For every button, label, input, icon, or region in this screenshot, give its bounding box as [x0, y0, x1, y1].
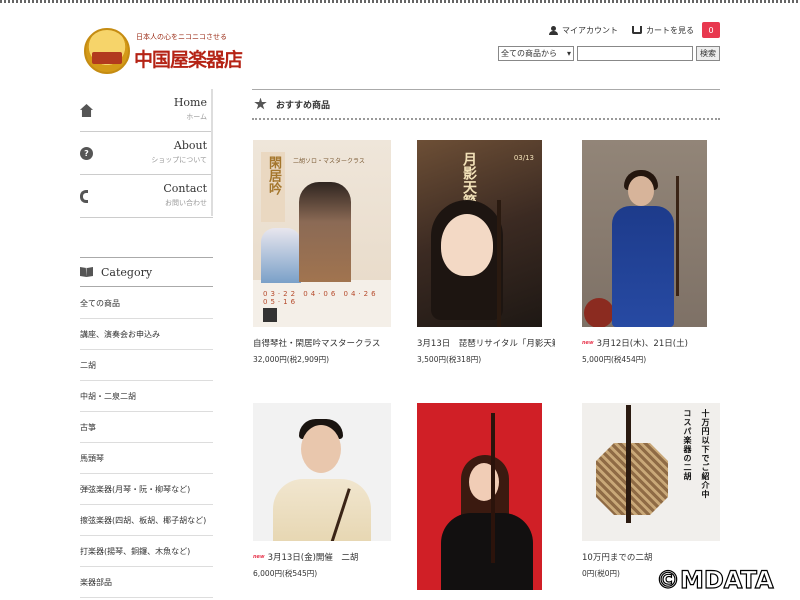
category-header: Category	[80, 257, 213, 287]
product-image[interactable]: 月影天籟 03/13	[417, 140, 542, 327]
product-card[interactable]	[417, 403, 555, 590]
chevron-down-icon: ▾	[566, 49, 571, 58]
nav-about-label: About	[173, 139, 207, 152]
help-icon: ?	[80, 147, 93, 160]
section-title: おすすめ商品	[276, 100, 331, 111]
logo-emblem	[84, 28, 130, 74]
search-button[interactable]: 検索	[696, 46, 720, 61]
product-name[interactable]: new 3月13日(金)開催 二胡	[253, 551, 391, 563]
poster-subtitle: 二胡ソロ・マスタークラス	[293, 158, 365, 165]
nav-contact-label: Contact	[163, 182, 207, 195]
category-item[interactable]: 擦弦楽器(四胡、板胡、椰子胡など)	[80, 505, 213, 536]
poster-date: 03/13	[513, 154, 534, 162]
product-price: 6,000円(税545円)	[253, 569, 318, 578]
category-title: Category	[101, 265, 153, 279]
new-badge: new	[582, 340, 594, 346]
performer-photo	[612, 206, 674, 327]
category-item[interactable]: 打楽器(揚琴、銅鑼、木魚など)	[80, 536, 213, 567]
erhu-body	[596, 443, 668, 515]
nav-item-about[interactable]: ? About ショップについて	[80, 132, 213, 175]
erhu-neck	[626, 405, 631, 523]
search-scope-select[interactable]: 全ての商品から ▾	[498, 46, 574, 61]
my-account-label: マイアカウント	[562, 25, 618, 35]
category-list: 全ての商品 講座、演奏会お申込み 二胡 中胡・二泉二胡 古箏 馬頭琴 弾弦楽器(…	[80, 288, 213, 598]
store-logo[interactable]: 日本人の心をニコニコさせる 中国屋楽器店	[84, 28, 264, 74]
recommended-section-header: おすすめ商品	[252, 89, 720, 120]
poster-text: 十万円以下でご紹介中	[701, 409, 710, 499]
product-name[interactable]: 自得琴社・閑居吟マスタークラス	[253, 337, 391, 349]
poster-text: コスパ楽器の二胡	[683, 409, 692, 481]
nav-about-sublabel: ショップについて	[151, 156, 207, 164]
product-image[interactable]	[253, 403, 391, 541]
view-cart-label: カートを見る	[646, 25, 694, 35]
poster-performer	[299, 182, 351, 282]
category-item[interactable]: 古箏	[80, 412, 213, 443]
category-item[interactable]: 弾弦楽器(月琴・阮・柳琴など)	[80, 474, 213, 505]
nav-home-sublabel: ホーム	[186, 113, 207, 121]
product-card[interactable]: 十万円以下でご紹介中 コスパ楽器の二胡 10万円までの二胡 0円(税0円)	[582, 403, 720, 579]
category-item[interactable]: 二胡	[80, 350, 213, 381]
product-card[interactable]: 月影天籟 03/13 3月13日 琵琶リサイタル「月影天籟」 3,500円(税3…	[417, 140, 555, 365]
product-card[interactable]: 閑居吟 二胡ソロ・マスタークラス 03·22 04·06 04·26 05·16…	[253, 140, 391, 365]
nav-divider	[211, 89, 213, 216]
product-card[interactable]: new 3月13日(金)開催 二胡 6,000円(税545円)	[253, 403, 391, 579]
nav-item-home[interactable]: Home ホーム	[80, 89, 213, 132]
new-badge: new	[253, 554, 265, 560]
product-name[interactable]: 10万円までの二胡	[582, 551, 720, 563]
search-input[interactable]	[577, 46, 693, 61]
cart-icon	[632, 26, 642, 34]
product-card[interactable]: new 3月12日(木)、21日(土) 5,000円(税454円)	[582, 140, 720, 365]
product-price: 32,000円(税2,909円)	[253, 355, 330, 364]
star-icon	[254, 97, 267, 110]
logo-store-name: 中国屋楽器店	[134, 49, 243, 71]
person-icon	[549, 25, 558, 35]
instrument	[676, 176, 679, 296]
account-links: マイアカウント カートを見る 0	[549, 22, 720, 38]
poster-title: 閑居吟	[266, 156, 281, 195]
qr-code	[263, 308, 277, 322]
performer-photo	[273, 479, 371, 541]
top-dotted-border	[0, 0, 800, 3]
product-image[interactable]	[582, 140, 707, 327]
my-account-link[interactable]: マイアカウント	[549, 25, 618, 36]
product-name[interactable]: new 3月12日(木)、21日(土)	[582, 337, 720, 349]
category-item[interactable]: 馬頭琴	[80, 443, 213, 474]
phone-icon	[80, 190, 88, 203]
poster-dates: 03·22 04·06 04·26 05·16	[263, 290, 379, 306]
category-item[interactable]: 講座、演奏会お申込み	[80, 319, 213, 350]
product-name[interactable]: 3月13日 琵琶リサイタル「月影天籟」	[417, 337, 555, 349]
logo-tagline: 日本人の心をニコニコさせる	[136, 33, 227, 41]
poster-performer	[261, 228, 301, 283]
nav-home-label: Home	[173, 96, 207, 109]
product-price: 5,000円(税454円)	[582, 355, 647, 364]
watermark: ©MDATA	[655, 565, 774, 594]
category-item[interactable]: 全ての商品	[80, 288, 213, 319]
product-image[interactable]: 十万円以下でご紹介中 コスパ楽器の二胡	[582, 403, 720, 541]
nav-item-contact[interactable]: Contact お問い合わせ	[80, 175, 213, 218]
search-scope-value: 全ての商品から	[501, 49, 557, 58]
poster-performer	[441, 214, 493, 276]
sidebar-nav: Home ホーム ? About ショップについて Contact お問い合わせ	[80, 89, 213, 218]
product-image[interactable]: 閑居吟 二胡ソロ・マスタークラス 03·22 04·06 04·26 05·16	[253, 140, 391, 327]
product-price: 3,500円(税318円)	[417, 355, 482, 364]
category-item[interactable]: 中胡・二泉二胡	[80, 381, 213, 412]
product-image[interactable]	[417, 403, 542, 590]
home-icon	[80, 104, 93, 117]
category-item[interactable]: 楽器部品	[80, 567, 213, 598]
search-bar: 全ての商品から ▾ 検索	[498, 46, 720, 61]
instrument	[491, 413, 495, 563]
instrument	[497, 200, 501, 327]
cart-count-badge[interactable]: 0	[702, 22, 720, 38]
book-icon	[80, 267, 93, 277]
view-cart-link[interactable]: カートを見る	[632, 25, 694, 36]
nav-contact-sublabel: お問い合わせ	[165, 199, 207, 207]
